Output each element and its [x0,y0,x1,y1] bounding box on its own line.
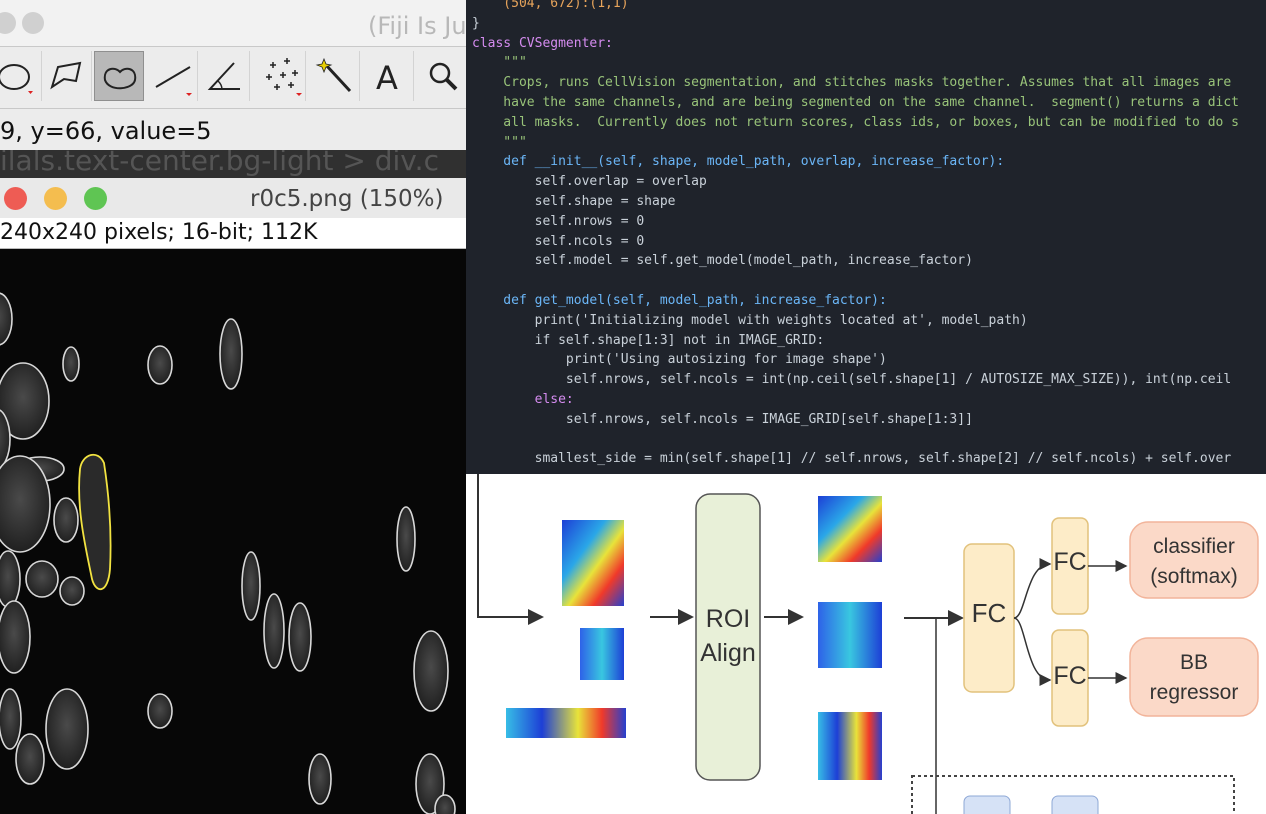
code-line: print('Initializing model with weights l… [472,312,1028,328]
image-window: r0c5.png (150%) 240x240 pixels; 16-bit; … [0,178,466,814]
devtools-breadcrumb: ilals.text-center.bg-light > div.c [0,150,466,178]
wand-tool[interactable] [310,51,360,101]
code-line-def-init: def __init__(self, shape, model_path, ov… [472,154,1005,170]
fc-bottom-label: FC [1053,662,1087,690]
code-line: (504, 672):(1,1) [472,0,629,11]
network-diagram: ROI Align FC FC FC classifier (softmax) … [466,474,1266,814]
code-line: """ [472,55,527,71]
code-line: self.overlap = overlap [472,174,707,190]
svg-text:A: A [376,59,398,97]
breadcrumb-text: ilals.text-center.bg-light > div.c [0,150,439,177]
close-icon[interactable] [4,187,27,210]
oval-selection-icon [0,64,33,94]
angle-tool[interactable] [200,51,250,101]
oval-selection-tool[interactable] [0,51,42,101]
image-titlebar: r0c5.png (150%) [0,178,466,218]
pooled-map-2 [818,602,882,668]
pooled-map-3 [818,712,882,780]
code-line: smallest_side = min(self.shape[1] // sel… [472,451,1232,467]
fiji-toolbar-window: (Fiji Is Ju A 9, y=66, value=5 ilals.tex… [0,0,466,178]
magnifier-tool[interactable] [418,51,466,101]
code-line: else: [472,391,574,407]
fc-top-label: FC [1053,548,1087,576]
code-line: self.ncols = 0 [472,233,645,249]
code-text: (504, 672):(1,1) } class CVSegmenter: ""… [472,0,1239,469]
code-line: Crops, runs CellVision segmentation, and… [472,75,1232,91]
image-info-text: 240x240 pixels; 16-bit; 112K [0,220,318,245]
cursor-status-text: 9, y=66, value=5 [0,117,212,145]
freehand-selection-tool[interactable] [94,51,144,101]
cell-segmentation-image [0,249,466,814]
code-line: if self.shape[1:3] not in IMAGE_GRID: [472,332,825,348]
code-line-class-def: class CVSegmenter: [472,35,613,51]
code-line: self.nrows = 0 [472,213,645,229]
image-canvas[interactable] [0,249,466,814]
angle-icon [207,62,240,90]
diagram-graphics [477,474,1259,814]
code-line: """ [472,134,527,150]
freehand-selection-icon [103,67,137,90]
feature-map-wide [506,708,626,738]
multipoint-icon [266,58,302,96]
bb-regressor-label: BB regressor [1149,651,1239,704]
code-line: have the same channels, and are being se… [472,94,1240,110]
polygon-selection-icon [50,61,82,90]
polygon-selection-tool[interactable] [42,51,92,101]
roi-align-label: ROI Align [700,605,756,667]
wand-icon [315,57,352,93]
zoom-icon[interactable] [84,187,107,210]
multi-point-tool[interactable] [256,51,306,101]
classifier-label: classifier (softmax) [1150,535,1238,588]
code-line: self.nrows, self.ncols = int(np.ceil(sel… [472,372,1232,388]
code-editor[interactable]: (504, 672):(1,1) } class CVSegmenter: ""… [466,0,1266,474]
fiji-titlebar: (Fiji Is Ju [0,0,466,46]
code-line-def-get-model: def get_model(self, model_path, increase… [472,292,887,308]
fiji-status-bar: 9, y=66, value=5 [0,108,466,149]
window-button-icon[interactable] [22,12,44,34]
image-info-bar: 240x240 pixels; 16-bit; 112K [0,218,466,249]
line-icon [155,66,192,96]
fc-main-label: FC [971,598,1007,628]
feature-map-medium [580,628,624,680]
code-line: self.model = self.get_model(model_path, … [472,253,973,269]
text-tool[interactable]: A [364,51,414,101]
text-icon: A [376,59,398,97]
minimize-icon[interactable] [44,187,67,210]
line-selection-tool[interactable] [148,51,198,101]
code-line: print('Using autosizing for image shape'… [472,352,887,368]
code-line: self.shape = shape [472,193,676,209]
pooled-map-1 [818,496,882,562]
code-line: self.nrows, self.ncols = IMAGE_GRID[self… [472,411,973,427]
code-line: all masks. Currently does not return sco… [472,114,1240,130]
feature-map-large [562,520,624,606]
fiji-tool-bar: A [0,46,466,105]
fiji-window-title: (Fiji Is Ju [368,12,466,40]
magnifier-icon [429,62,458,91]
window-button-icon[interactable] [0,12,16,34]
code-line: } [472,15,480,31]
image-window-title: r0c5.png (150%) [250,186,444,212]
